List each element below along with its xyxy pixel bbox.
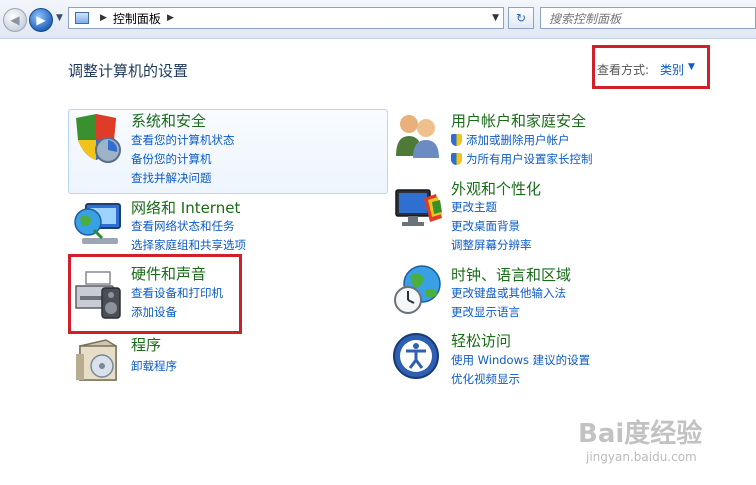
breadcrumb-chevron-icon[interactable]: ▶ — [167, 13, 174, 23]
search-input[interactable] — [549, 10, 749, 28]
forward-button[interactable]: ▶ — [29, 8, 53, 32]
link-view-computer-status[interactable]: 查看您的计算机状态 — [131, 132, 235, 148]
link-parental-controls[interactable]: 为所有用户设置家长控制 — [451, 151, 593, 167]
arrow-left-icon: ◀ — [10, 13, 20, 27]
link-text[interactable]: 添加或删除用户帐户 — [466, 133, 570, 147]
uac-shield-icon — [451, 134, 462, 146]
link-change-display-language[interactable]: 更改显示语言 — [451, 304, 520, 320]
baidu-watermark-url: jingyan.baidu.com — [586, 450, 697, 464]
users-icon — [396, 115, 439, 158]
arrow-right-icon: ▶ — [36, 13, 46, 27]
breadcrumb-chevron-icon[interactable]: ▶ — [100, 13, 107, 23]
category-title-system-security[interactable]: 系统和安全 — [131, 110, 206, 131]
link-homegroup-sharing[interactable]: 选择家庭组和共享选项 — [131, 237, 246, 253]
link-optimize-video-display[interactable]: 优化视频显示 — [451, 371, 520, 387]
page-title: 调整计算机的设置 — [68, 62, 189, 80]
link-add-remove-accounts[interactable]: 添加或删除用户帐户 — [451, 132, 570, 148]
search-box[interactable] — [540, 7, 756, 29]
category-title-ease-of-access[interactable]: 轻松访问 — [451, 330, 511, 351]
category-title-clock-language-region[interactable]: 时钟、语言和区域 — [451, 264, 571, 285]
recent-pages-dropdown[interactable]: ▼ — [56, 13, 63, 23]
refresh-icon: ↻ — [515, 11, 527, 25]
link-adjust-resolution[interactable]: 调整屏幕分辨率 — [451, 237, 532, 253]
control-panel-icon — [75, 12, 89, 24]
ease-of-access-icon — [393, 333, 439, 379]
link-windows-recommended-settings[interactable]: 使用 Windows 建议的设置 — [451, 352, 590, 368]
link-text[interactable]: 为所有用户设置家长控制 — [466, 152, 593, 166]
clock-globe-icon — [394, 265, 441, 314]
category-title-appearance[interactable]: 外观和个性化 — [451, 178, 541, 199]
appearance-monitor-icon — [395, 189, 442, 226]
programs-box-icon — [76, 339, 117, 381]
highlight-box-view-by — [592, 45, 710, 89]
shield-icon — [76, 114, 121, 163]
address-history-dropdown[interactable]: ▼ — [492, 13, 499, 23]
link-change-keyboard[interactable]: 更改键盘或其他输入法 — [451, 285, 566, 301]
address-field[interactable]: ▶ 控制面板 ▶ ▼ — [68, 7, 504, 29]
link-uninstall-program[interactable]: 卸载程序 — [131, 358, 177, 374]
link-backup-computer[interactable]: 备份您的计算机 — [131, 151, 212, 167]
breadcrumb-control-panel[interactable]: 控制面板 — [113, 10, 161, 27]
back-button[interactable]: ◀ — [3, 8, 27, 32]
highlight-box-hardware-sound — [68, 254, 242, 334]
category-title-programs[interactable]: 程序 — [131, 334, 161, 355]
link-troubleshoot[interactable]: 查找并解决问题 — [131, 170, 212, 186]
refresh-button[interactable]: ↻ — [508, 7, 534, 29]
link-change-desktop-background[interactable]: 更改桌面背景 — [451, 218, 520, 234]
category-title-user-accounts[interactable]: 用户帐户和家庭安全 — [451, 110, 586, 131]
network-globe-icon — [74, 203, 121, 244]
category-title-network-internet[interactable]: 网络和 Internet — [131, 197, 240, 218]
baidu-watermark-logo: Bai度经验 — [578, 419, 703, 449]
link-view-network-status[interactable]: 查看网络状态和任务 — [131, 218, 235, 234]
uac-shield-icon — [451, 153, 462, 165]
link-change-theme[interactable]: 更改主题 — [451, 199, 497, 215]
